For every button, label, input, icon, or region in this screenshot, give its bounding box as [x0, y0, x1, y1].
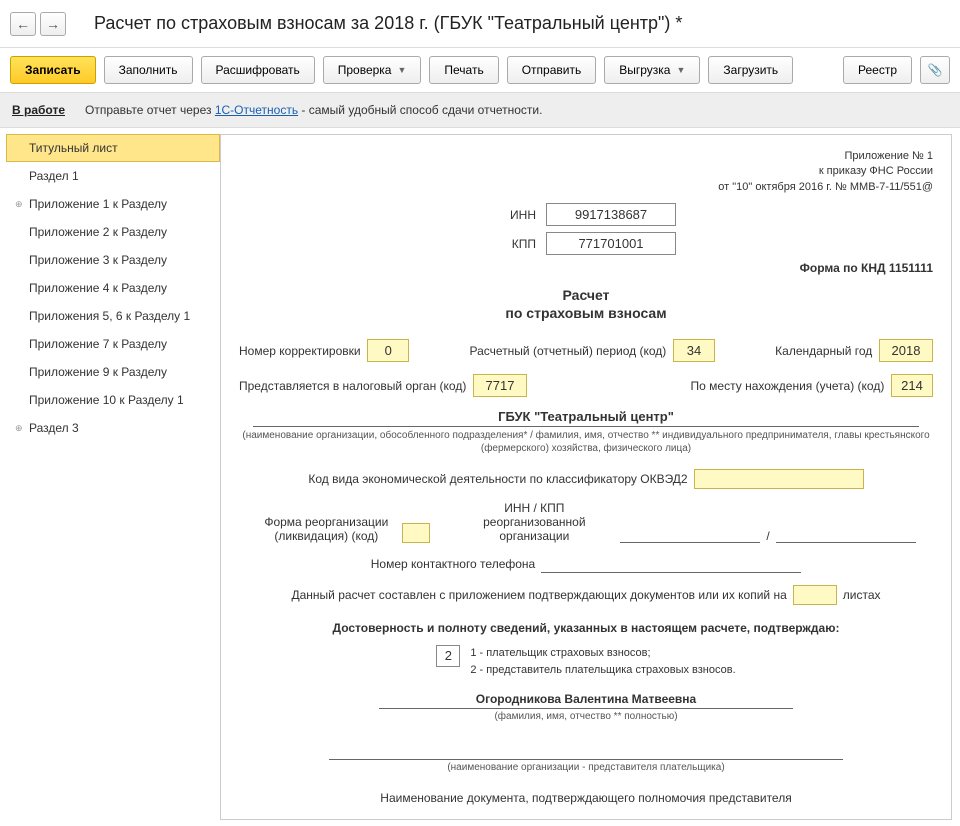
- send-button[interactable]: Отправить: [507, 56, 597, 84]
- period-label: Расчетный (отчетный) период (код): [470, 344, 667, 358]
- download-button[interactable]: Загрузить: [708, 56, 793, 84]
- location-label: По месту нахождения (учета) (код): [691, 379, 885, 393]
- year-field[interactable]: 2018: [879, 339, 933, 362]
- fio-hint: (фамилия, имя, отчество ** полностью): [239, 711, 933, 722]
- expand-icon: ⊕: [15, 423, 25, 434]
- sidebar-item-label: Приложение 4 к Разделу: [29, 281, 167, 295]
- sidebar-item-4[interactable]: Приложение 3 к Разделу: [6, 246, 220, 274]
- sidebar-item-label: Приложение 7 к Разделу: [29, 337, 167, 351]
- sidebar-item-label: Раздел 1: [29, 169, 79, 183]
- org-name[interactable]: ГБУК "Театральный центр": [253, 409, 919, 427]
- sidebar-item-3[interactable]: Приложение 2 к Разделу: [6, 218, 220, 246]
- tax-org-field[interactable]: 7717: [473, 374, 527, 397]
- okved-label: Код вида экономической деятельности по к…: [308, 472, 687, 486]
- sidebar-item-label: Приложение 9 к Разделу: [29, 365, 167, 379]
- decode-button[interactable]: Расшифровать: [201, 56, 315, 84]
- write-button[interactable]: Записать: [10, 56, 96, 84]
- form-panel: Приложение № 1 к приказу ФНС России от "…: [220, 134, 952, 820]
- back-button[interactable]: ←: [10, 12, 36, 36]
- confirm-code-field[interactable]: 2: [436, 645, 460, 667]
- sidebar-item-label: Приложение 2 к Разделу: [29, 225, 167, 239]
- sidebar-item-1[interactable]: Раздел 1: [6, 162, 220, 190]
- kpp-label: КПП: [496, 237, 536, 251]
- sidebar-item-label: Титульный лист: [29, 141, 118, 155]
- docs-count-field[interactable]: [793, 585, 837, 605]
- correction-label: Номер корректировки: [239, 344, 361, 358]
- location-field[interactable]: 214: [891, 374, 933, 397]
- status-label[interactable]: В работе: [12, 103, 65, 117]
- reorg-inn-label: ИНН / КПП реорганизованной организации: [454, 501, 614, 543]
- info-text: Отправьте отчет через 1С-Отчетность - са…: [85, 103, 542, 117]
- sidebar-item-6[interactable]: Приложения 5, 6 к Разделу 1: [6, 302, 220, 330]
- sidebar: Титульный лист Раздел 1 ⊕ Приложение 1 к Ра…: [0, 128, 220, 826]
- knd-label: Форма по КНД 1151111: [239, 261, 933, 275]
- confirm-heading: Достоверность и полноту сведений, указан…: [239, 621, 933, 635]
- reorg-inn-field[interactable]: [620, 525, 760, 543]
- fill-button[interactable]: Заполнить: [104, 56, 193, 84]
- phone-label: Номер контактного телефона: [371, 557, 535, 571]
- sidebar-item-label: Приложение 3 к Разделу: [29, 253, 167, 267]
- docs-after-label: листах: [843, 588, 881, 602]
- sidebar-item-label: Приложения 5, 6 к Разделу 1: [29, 309, 190, 323]
- expand-icon: ⊕: [15, 199, 25, 210]
- sidebar-item-label: Раздел 3: [29, 421, 79, 435]
- sidebar-item-8[interactable]: Приложение 9 к Разделу: [6, 358, 220, 386]
- 1c-reporting-link[interactable]: 1С-Отчетность: [215, 103, 298, 117]
- kpp-value[interactable]: 771701001: [546, 232, 676, 255]
- inn-label: ИНН: [496, 208, 536, 222]
- org-hint: (наименование организации, обособленного…: [239, 429, 933, 455]
- paperclip-icon: 📎: [928, 63, 943, 77]
- sidebar-item-2[interactable]: ⊕ Приложение 1 к Разделу: [6, 190, 220, 218]
- page-title: Расчет по страховым взносам за 2018 г. (…: [94, 13, 682, 34]
- reorg-kpp-field[interactable]: [776, 525, 916, 543]
- confirm-legend: 1 - плательщик страховых взносов; 2 - пр…: [470, 645, 735, 678]
- doc-subtitle: по страховым взносам: [239, 305, 933, 321]
- upload-button[interactable]: Выгрузка▼: [604, 56, 700, 84]
- sidebar-item-9[interactable]: Приложение 10 к Разделу 1: [6, 386, 220, 414]
- sidebar-item-label: Приложение 10 к Разделу 1: [29, 393, 184, 407]
- reorg-label: Форма реорганизации (ликвидация) (код): [256, 515, 396, 543]
- form-meta: Приложение № 1 к приказу ФНС России от "…: [239, 149, 933, 195]
- forward-button[interactable]: →: [40, 12, 66, 36]
- sidebar-item-5[interactable]: Приложение 4 к Разделу: [6, 274, 220, 302]
- sidebar-item-label: Приложение 1 к Разделу: [29, 197, 167, 211]
- attachment-button[interactable]: 📎: [920, 56, 950, 84]
- caret-down-icon: ▼: [676, 65, 685, 75]
- period-field[interactable]: 34: [673, 339, 715, 362]
- doc-title: Расчет: [239, 287, 933, 303]
- inn-value[interactable]: 9917138687: [546, 203, 676, 226]
- docs-before-label: Данный расчет составлен с приложением по…: [292, 588, 787, 602]
- sidebar-item-10[interactable]: ⊕ Раздел 3: [6, 414, 220, 442]
- tax-org-label: Представляется в налоговый орган (код): [239, 379, 466, 393]
- okved-field[interactable]: [694, 469, 864, 489]
- sidebar-item-7[interactable]: Приложение 7 к Разделу: [6, 330, 220, 358]
- sidebar-item-0[interactable]: Титульный лист: [6, 134, 220, 162]
- print-button[interactable]: Печать: [429, 56, 498, 84]
- rep-org-field[interactable]: [329, 746, 843, 760]
- registry-button[interactable]: Реестр: [843, 56, 912, 84]
- caret-down-icon: ▼: [397, 65, 406, 75]
- phone-field[interactable]: [541, 555, 801, 573]
- fio-field[interactable]: Огородникова Валентина Матвеевна: [379, 692, 793, 709]
- bottom-label: Наименование документа, подтверждающего …: [239, 791, 933, 805]
- check-button[interactable]: Проверка▼: [323, 56, 422, 84]
- correction-field[interactable]: 0: [367, 339, 409, 362]
- year-label: Календарный год: [775, 344, 872, 358]
- reorg-code-field[interactable]: [402, 523, 430, 543]
